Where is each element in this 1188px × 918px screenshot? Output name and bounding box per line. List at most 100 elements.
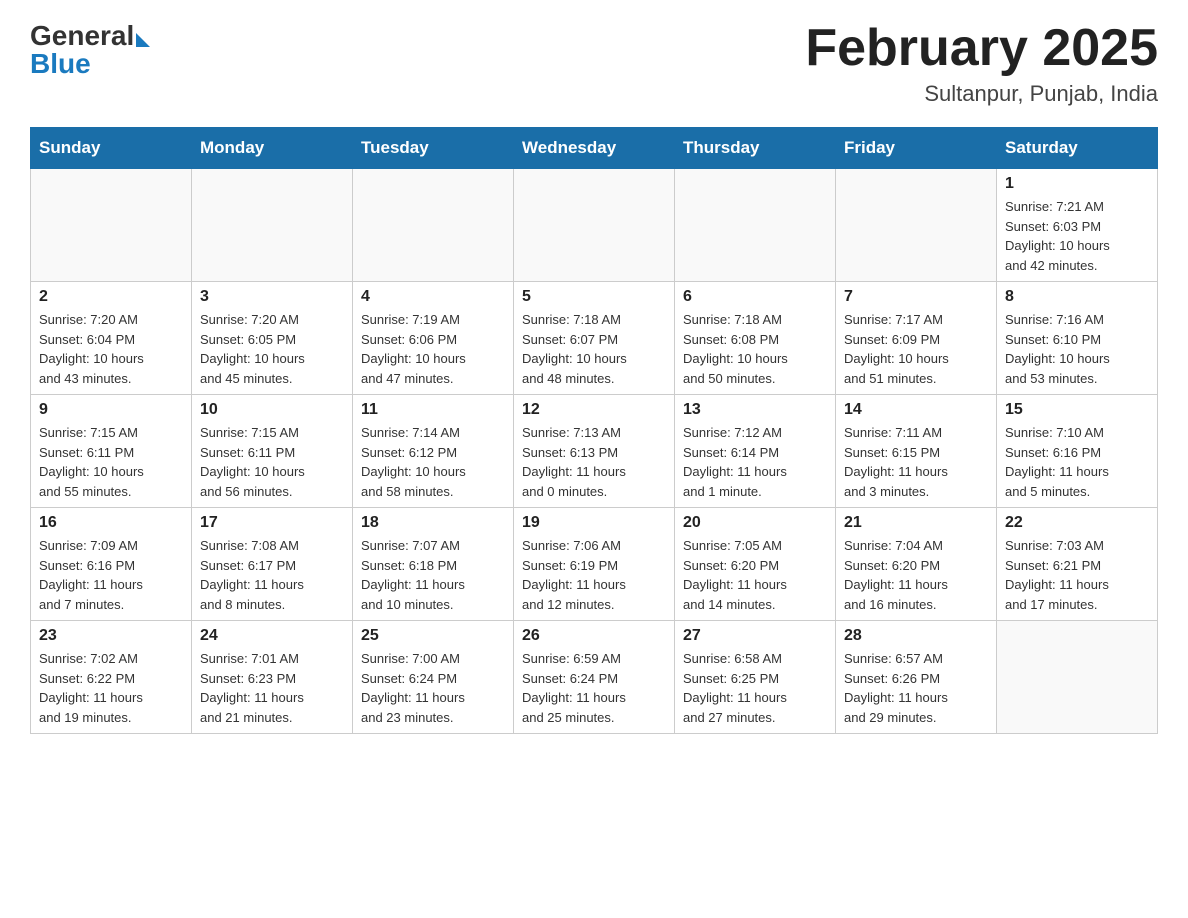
calendar-cell: [514, 169, 675, 282]
calendar-cell: [353, 169, 514, 282]
day-number: 5: [522, 288, 666, 306]
day-info: Sunrise: 7:09 AM Sunset: 6:16 PM Dayligh…: [39, 536, 183, 614]
calendar-cell: 27 Sunrise: 6:58 AM Sunset: 6:25 PM Dayli…: [675, 621, 836, 734]
calendar-cell: 18 Sunrise: 7:07 AM Sunset: 6:18 PM Dayli…: [353, 508, 514, 621]
day-number: 12: [522, 401, 666, 419]
calendar-cell: 26Sunrise: 6:59 AM Sunset: 6:24 PM Dayli…: [514, 621, 675, 734]
calendar-cell: [675, 169, 836, 282]
day-info: Sunrise: 7:07 AM Sunset: 6:18 PM Dayligh…: [361, 536, 505, 614]
day-info: Sunrise: 6:57 AM Sunset: 6:26 PM Dayligh…: [844, 649, 988, 727]
calendar-cell: 6 Sunrise: 7:18 AM Sunset: 6:08 PM Daylig…: [675, 282, 836, 395]
calendar-cell: 23 Sunrise: 7:02 AM Sunset: 6:22 PM Dayli…: [31, 621, 192, 734]
calendar-week-1: 1 Sunrise: 7:21 AM Sunset: 6:03 PM Daylig…: [31, 169, 1158, 282]
calendar-cell: 3 Sunrise: 7:20 AM Sunset: 6:05 PM Daylig…: [192, 282, 353, 395]
day-number: 1: [1005, 175, 1149, 193]
day-info: Sunrise: 7:20 AM Sunset: 6:05 PM Dayligh…: [200, 310, 344, 388]
calendar-cell: 13 Sunrise: 7:12 AM Sunset: 6:14 PM Dayli…: [675, 395, 836, 508]
day-info: Sunrise: 7:11 AM Sunset: 6:15 PM Dayligh…: [844, 423, 988, 501]
calendar-cell: 21 Sunrise: 7:04 AM Sunset: 6:20 PM Dayli…: [836, 508, 997, 621]
calendar-cell: 14 Sunrise: 7:11 AM Sunset: 6:15 PM Dayli…: [836, 395, 997, 508]
logo-blue-text: Blue: [30, 48, 91, 80]
day-number: 23: [39, 627, 183, 645]
weekday-tuesday: Tuesday: [353, 128, 514, 169]
day-info: Sunrise: 7:10 AM Sunset: 6:16 PM Dayligh…: [1005, 423, 1149, 501]
day-info: Sunrise: 7:19 AM Sunset: 6:06 PM Dayligh…: [361, 310, 505, 388]
calendar-cell: 12 Sunrise: 7:13 AM Sunset: 6:13 PM Dayli…: [514, 395, 675, 508]
day-number: 26: [522, 627, 666, 645]
day-info: Sunrise: 7:20 AM Sunset: 6:04 PM Dayligh…: [39, 310, 183, 388]
day-number: 14: [844, 401, 988, 419]
calendar-cell: 2 Sunrise: 7:20 AM Sunset: 6:04 PM Daylig…: [31, 282, 192, 395]
day-number: 6: [683, 288, 827, 306]
calendar-cell: 20 Sunrise: 7:05 AM Sunset: 6:20 PM Dayli…: [675, 508, 836, 621]
calendar-week-5: 23 Sunrise: 7:02 AM Sunset: 6:22 PM Dayli…: [31, 621, 1158, 734]
logo: General Blue: [30, 20, 150, 80]
day-number: 16: [39, 514, 183, 532]
day-info: Sunrise: 7:15 AM Sunset: 6:11 PM Dayligh…: [200, 423, 344, 501]
day-number: 28: [844, 627, 988, 645]
day-info: Sunrise: 6:58 AM Sunset: 6:25 PM Dayligh…: [683, 649, 827, 727]
day-info: Sunrise: 7:06 AM Sunset: 6:19 PM Dayligh…: [522, 536, 666, 614]
day-number: 20: [683, 514, 827, 532]
day-info: Sunrise: 7:00 AM Sunset: 6:24 PM Dayligh…: [361, 649, 505, 727]
day-number: 8: [1005, 288, 1149, 306]
day-info: Sunrise: 7:21 AM Sunset: 6:03 PM Dayligh…: [1005, 197, 1149, 275]
weekday-header-row: SundayMondayTuesdayWednesdayThursdayFrid…: [31, 128, 1158, 169]
day-info: Sunrise: 7:01 AM Sunset: 6:23 PM Dayligh…: [200, 649, 344, 727]
day-info: Sunrise: 7:02 AM Sunset: 6:22 PM Dayligh…: [39, 649, 183, 727]
day-number: 18: [361, 514, 505, 532]
calendar-cell: 25 Sunrise: 7:00 AM Sunset: 6:24 PM Dayli…: [353, 621, 514, 734]
day-number: 4: [361, 288, 505, 306]
day-info: Sunrise: 7:12 AM Sunset: 6:14 PM Dayligh…: [683, 423, 827, 501]
calendar-cell: 5 Sunrise: 7:18 AM Sunset: 6:07 PM Daylig…: [514, 282, 675, 395]
day-info: Sunrise: 7:05 AM Sunset: 6:20 PM Dayligh…: [683, 536, 827, 614]
calendar-cell: 19Sunrise: 7:06 AM Sunset: 6:19 PM Dayli…: [514, 508, 675, 621]
calendar-body: 1 Sunrise: 7:21 AM Sunset: 6:03 PM Daylig…: [31, 169, 1158, 734]
day-info: Sunrise: 7:03 AM Sunset: 6:21 PM Dayligh…: [1005, 536, 1149, 614]
calendar-cell: [836, 169, 997, 282]
weekday-friday: Friday: [836, 128, 997, 169]
day-number: 25: [361, 627, 505, 645]
calendar-cell: 16 Sunrise: 7:09 AM Sunset: 6:16 PM Dayli…: [31, 508, 192, 621]
calendar-cell: 8Sunrise: 7:16 AM Sunset: 6:10 PM Daylig…: [997, 282, 1158, 395]
day-number: 17: [200, 514, 344, 532]
day-number: 22: [1005, 514, 1149, 532]
weekday-wednesday: Wednesday: [514, 128, 675, 169]
day-number: 10: [200, 401, 344, 419]
calendar-cell: 1 Sunrise: 7:21 AM Sunset: 6:03 PM Daylig…: [997, 169, 1158, 282]
weekday-saturday: Saturday: [997, 128, 1158, 169]
day-number: 7: [844, 288, 988, 306]
day-info: Sunrise: 7:13 AM Sunset: 6:13 PM Dayligh…: [522, 423, 666, 501]
day-number: 27: [683, 627, 827, 645]
calendar-cell: 9 Sunrise: 7:15 AM Sunset: 6:11 PM Daylig…: [31, 395, 192, 508]
day-info: Sunrise: 7:18 AM Sunset: 6:07 PM Dayligh…: [522, 310, 666, 388]
calendar-cell: 22 Sunrise: 7:03 AM Sunset: 6:21 PM Dayli…: [997, 508, 1158, 621]
calendar-cell: [192, 169, 353, 282]
day-number: 24: [200, 627, 344, 645]
day-number: 11: [361, 401, 505, 419]
day-info: Sunrise: 7:15 AM Sunset: 6:11 PM Dayligh…: [39, 423, 183, 501]
day-info: Sunrise: 7:18 AM Sunset: 6:08 PM Dayligh…: [683, 310, 827, 388]
calendar-cell: 24 Sunrise: 7:01 AM Sunset: 6:23 PM Dayli…: [192, 621, 353, 734]
calendar-cell: 10 Sunrise: 7:15 AM Sunset: 6:11 PM Dayli…: [192, 395, 353, 508]
day-number: 21: [844, 514, 988, 532]
day-info: Sunrise: 7:04 AM Sunset: 6:20 PM Dayligh…: [844, 536, 988, 614]
calendar-cell: [31, 169, 192, 282]
weekday-thursday: Thursday: [675, 128, 836, 169]
day-number: 13: [683, 401, 827, 419]
day-number: 15: [1005, 401, 1149, 419]
calendar-cell: 4 Sunrise: 7:19 AM Sunset: 6:06 PM Daylig…: [353, 282, 514, 395]
day-number: 9: [39, 401, 183, 419]
month-title: February 2025: [805, 20, 1158, 77]
calendar-week-3: 9 Sunrise: 7:15 AM Sunset: 6:11 PM Daylig…: [31, 395, 1158, 508]
logo-arrow-icon: [136, 33, 150, 47]
day-number: 3: [200, 288, 344, 306]
calendar-week-4: 16 Sunrise: 7:09 AM Sunset: 6:16 PM Dayli…: [31, 508, 1158, 621]
day-info: Sunrise: 7:17 AM Sunset: 6:09 PM Dayligh…: [844, 310, 988, 388]
calendar-cell: 7 Sunrise: 7:17 AM Sunset: 6:09 PM Daylig…: [836, 282, 997, 395]
day-number: 2: [39, 288, 183, 306]
calendar-cell: 11Sunrise: 7:14 AM Sunset: 6:12 PM Dayli…: [353, 395, 514, 508]
calendar-cell: 28 Sunrise: 6:57 AM Sunset: 6:26 PM Dayli…: [836, 621, 997, 734]
calendar-header: SundayMondayTuesdayWednesdayThursdayFrid…: [31, 128, 1158, 169]
title-block: February 2025 Sultanpur, Punjab, India: [805, 20, 1158, 107]
